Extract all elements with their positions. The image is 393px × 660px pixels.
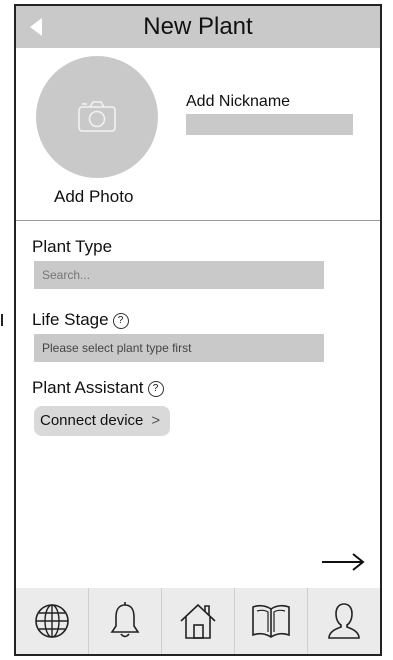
user-icon [328, 603, 360, 639]
add-photo-button[interactable] [36, 56, 158, 178]
globe-icon [35, 604, 69, 638]
plant-type-search-input[interactable] [34, 261, 324, 289]
connect-device-label: Connect device [40, 412, 144, 429]
life-stage-select[interactable]: Please select plant type first [34, 334, 324, 362]
chevron-right-icon: > [151, 412, 161, 429]
page-title: New Plant [143, 13, 253, 40]
plant-assistant-label: Plant Assistant [32, 378, 144, 397]
header-bar: New Plant [16, 6, 380, 48]
section-divider [16, 220, 380, 221]
tab-notifications[interactable] [88, 588, 161, 654]
tab-profile[interactable] [307, 588, 380, 654]
bell-icon [110, 602, 140, 638]
nickname-label: Add Nickname [186, 93, 291, 110]
camera-icon [78, 101, 116, 132]
bottom-tab-bar [16, 588, 380, 654]
plant-assistant-heading: Plant Assistant? [32, 378, 164, 398]
tab-explore[interactable] [16, 588, 88, 654]
arrow-right-icon[interactable] [320, 550, 366, 574]
connect-device-button[interactable]: Connect device > [34, 406, 171, 436]
tab-library[interactable] [234, 588, 307, 654]
help-icon[interactable]: ? [147, 381, 164, 397]
home-icon [180, 603, 216, 639]
book-icon [252, 604, 290, 638]
life-stage-label: Life Stage [32, 310, 109, 329]
plant-type-label: Plant Type [32, 237, 113, 256]
app-screen: New Plant Add Photo Add Nickname Plant T… [14, 4, 382, 656]
tab-home[interactable] [161, 588, 234, 654]
life-stage-heading: Life Stage? [32, 310, 129, 330]
edge-mark [1, 314, 3, 326]
help-icon[interactable]: ? [112, 313, 129, 329]
add-photo-label: Add Photo [54, 187, 134, 206]
nickname-input[interactable] [186, 114, 353, 135]
